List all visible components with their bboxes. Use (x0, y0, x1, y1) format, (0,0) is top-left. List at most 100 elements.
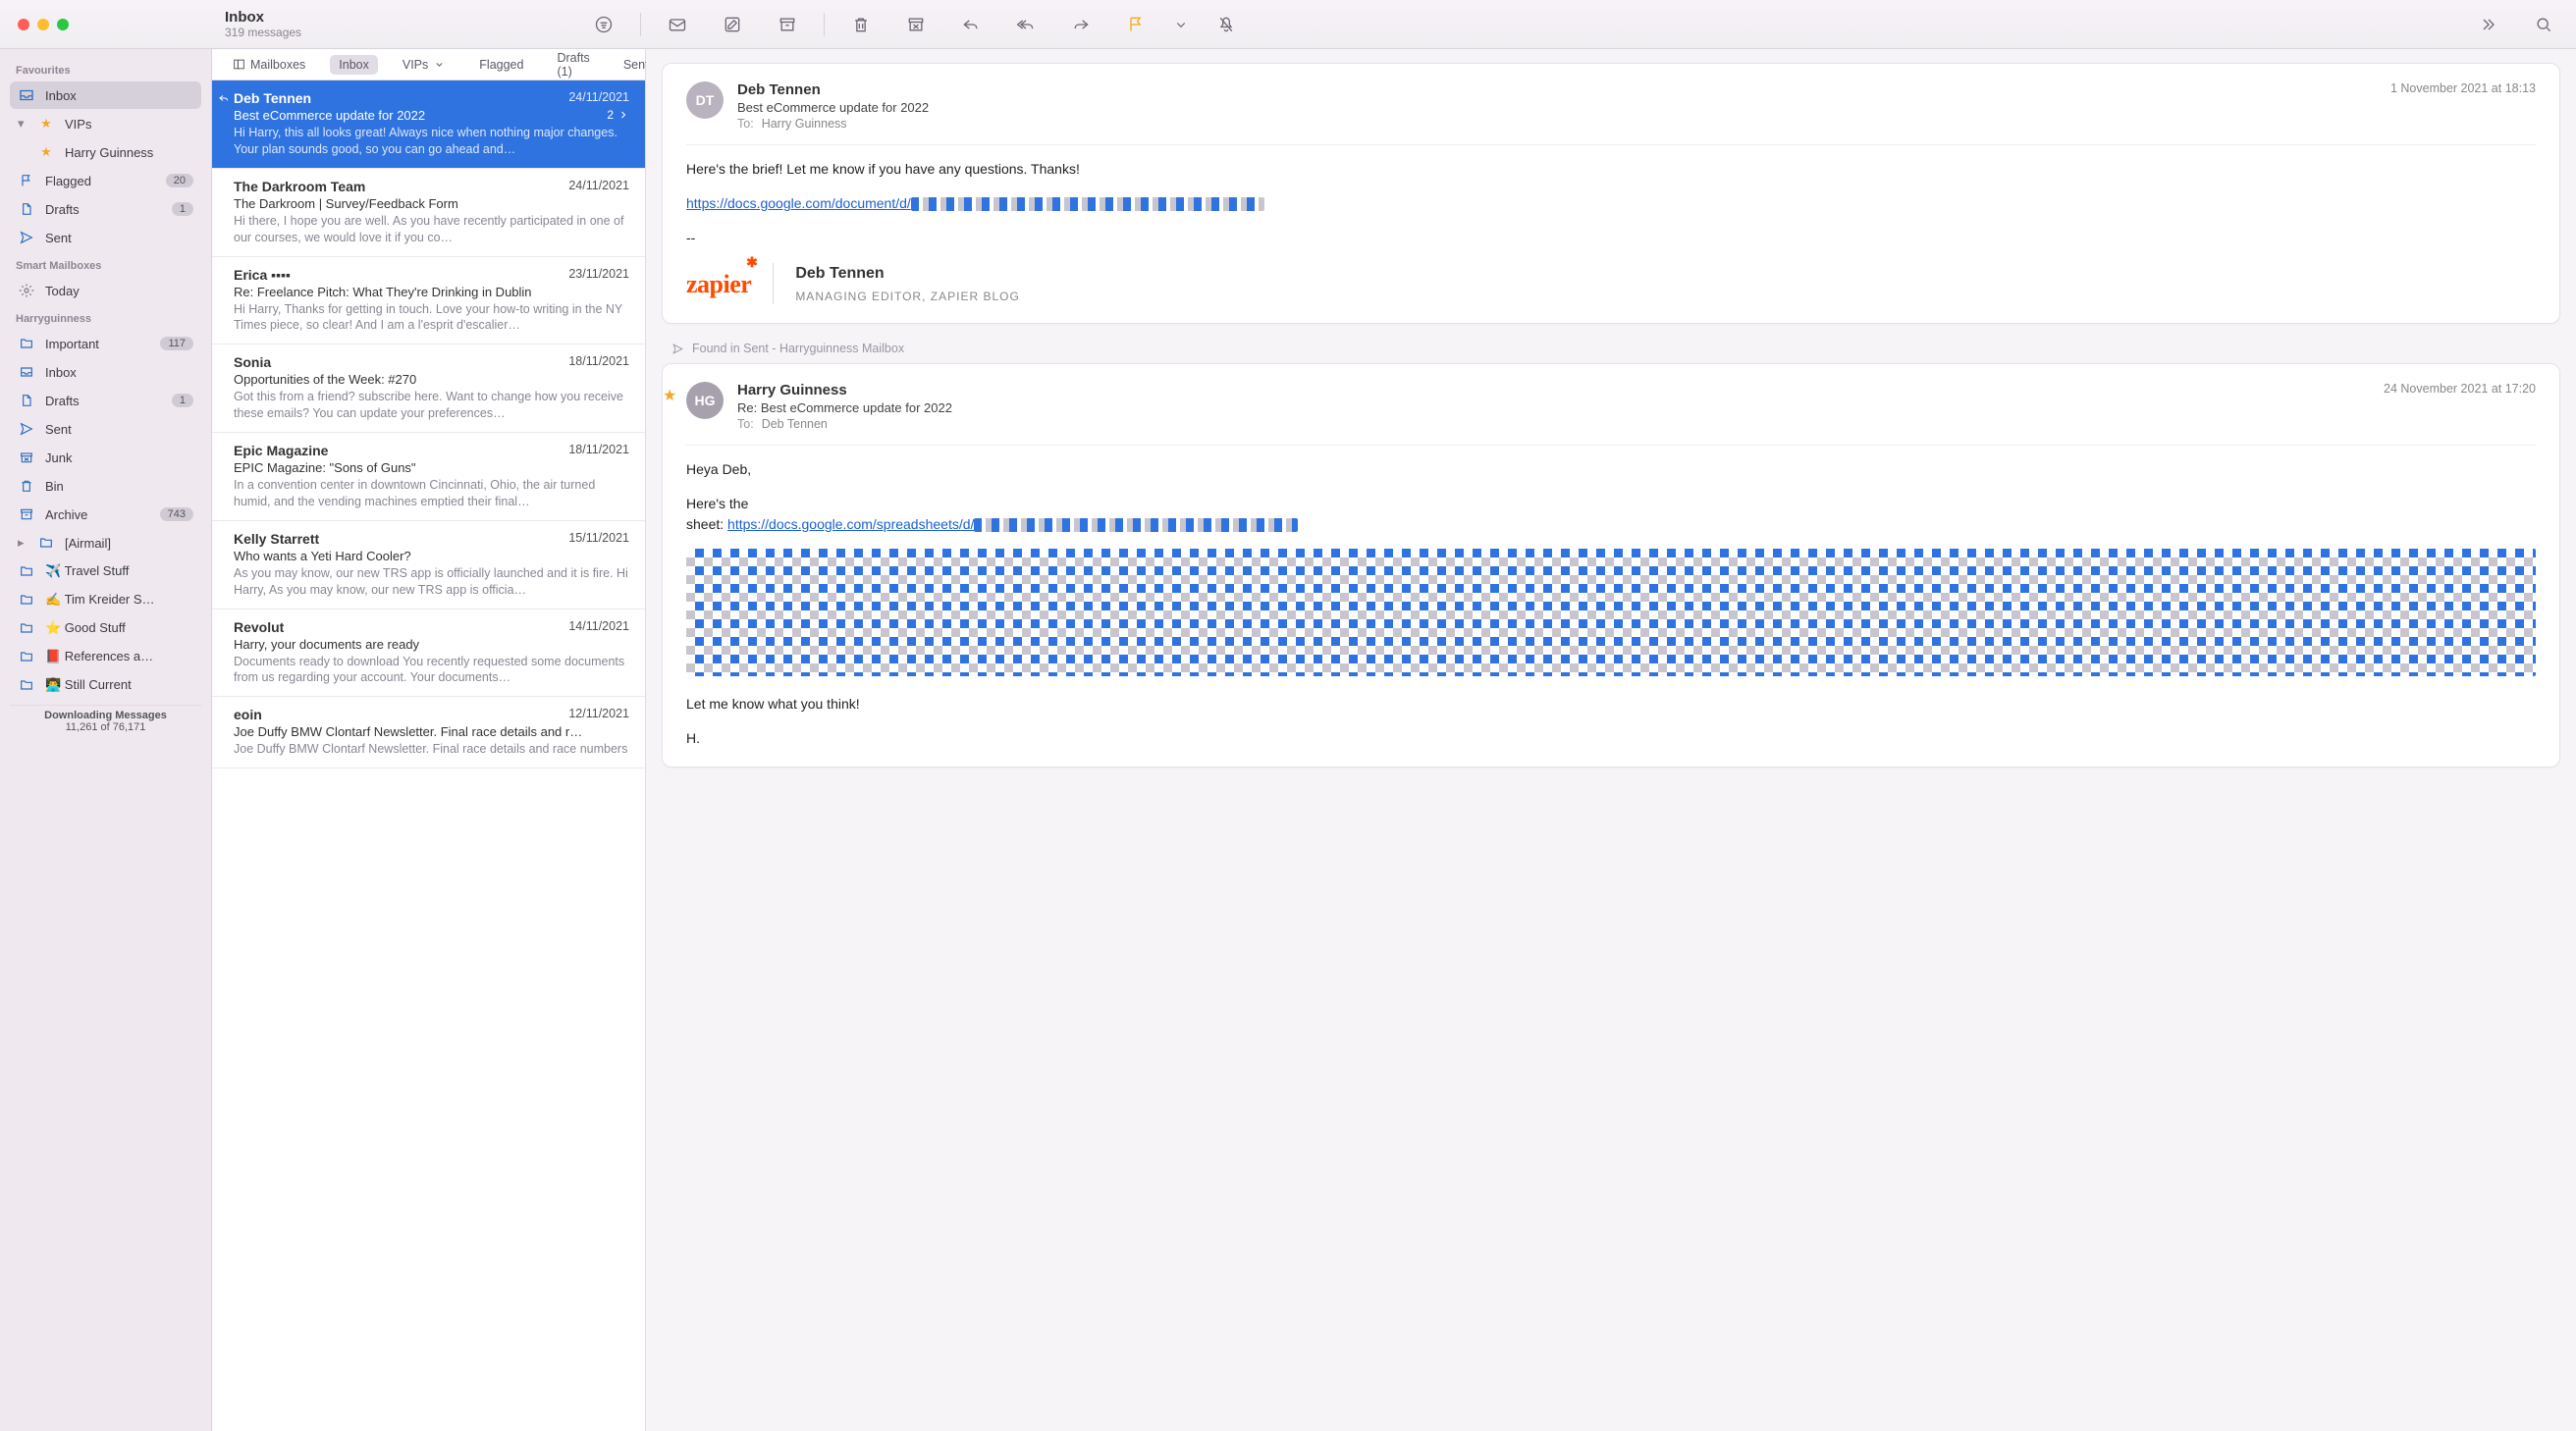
message-row[interactable]: Deb Tennen24/11/2021Best eCommerce updat… (212, 80, 645, 169)
message-subject: Re: Freelance Pitch: What They're Drinki… (234, 285, 532, 299)
search-button[interactable] (2525, 10, 2562, 39)
inbox-icon (18, 363, 35, 381)
message-row[interactable]: Revolut14/11/2021Harry, your documents a… (212, 610, 645, 698)
mailboxes-label: Mailboxes (250, 58, 305, 72)
compose-button[interactable] (714, 10, 751, 39)
forward-button[interactable] (1062, 10, 1100, 39)
minimize-window[interactable] (37, 19, 49, 30)
message-row[interactable]: eoin 12/11/2021 Joe Duffy BMW Clontarf New… (212, 697, 645, 768)
sidebar-item[interactable]: Important117 (10, 330, 201, 357)
message-row[interactable]: Kelly Starrett15/11/2021Who wants a Yeti… (212, 521, 645, 610)
folder-icon (37, 534, 55, 552)
favbar-inbox[interactable]: Inbox (330, 55, 378, 75)
close-window[interactable] (18, 19, 29, 30)
flag-button[interactable] (1117, 10, 1154, 39)
chevron-down-icon (433, 58, 446, 71)
message-body: Here's the brief! Let me know if you hav… (686, 159, 2536, 305)
get-mail-button[interactable] (659, 10, 696, 39)
from-name: eoin (234, 707, 262, 722)
sidebar-label: [Airmail] (65, 536, 193, 551)
sidebar-item[interactable]: Bin (10, 472, 201, 500)
section-account: Harryguinness (10, 305, 201, 329)
sidebar-item[interactable]: Sent (10, 415, 201, 443)
sheet-link[interactable]: https://docs.google.com/spreadsheets/d/ (727, 516, 974, 532)
message-date: 23/11/2021 (568, 267, 629, 283)
from-name: Revolut (234, 619, 284, 635)
mute-button[interactable] (1208, 10, 1245, 39)
reply-all-button[interactable] (1007, 10, 1045, 39)
message-row[interactable]: The Darkroom Team24/11/2021The Darkroom … (212, 169, 645, 257)
sidebar-item[interactable]: 📕 References a… (10, 643, 201, 670)
sidebar-label: 👨‍💻 Still Current (45, 677, 193, 693)
sidebar-label: Sent (45, 422, 193, 437)
favbar-flagged[interactable]: Flagged (470, 55, 532, 75)
sidebar-item-flagged[interactable]: Flagged 20 (10, 167, 201, 194)
message-list[interactable]: Deb Tennen24/11/2021Best eCommerce updat… (212, 80, 645, 1431)
toolbar-separator (640, 13, 641, 36)
sidebar-item-drafts[interactable]: Drafts 1 (10, 195, 201, 223)
sidebar-item[interactable]: ▸ [Airmail] (10, 529, 201, 556)
message-row[interactable]: Epic Magazine18/11/2021EPIC Magazine: "S… (212, 433, 645, 521)
sidebar-item[interactable]: ⭐ Good Stuff (10, 614, 201, 642)
sidebar-item[interactable]: 👨‍💻 Still Current (10, 671, 201, 699)
sidebar-item-today[interactable]: Today (10, 277, 201, 304)
count-badge: 743 (160, 507, 193, 521)
sidebar-item-inbox[interactable]: Inbox (10, 81, 201, 109)
sidebar-item-vips[interactable]: ▾ ★ VIPs (10, 110, 201, 137)
sidebar-label: Harry Guinness (65, 145, 193, 160)
message-preview: Hi Harry, Thanks for getting in touch. L… (234, 301, 629, 335)
gear-icon (18, 282, 35, 299)
star-icon: ★ (37, 143, 55, 161)
count-badge: 1 (172, 202, 193, 216)
archive-button[interactable] (769, 10, 806, 39)
sig-name: Deb Tennen (795, 262, 1019, 286)
mailboxes-toggle[interactable]: Mailboxes (224, 55, 314, 75)
message-body: Heya Deb, Here's the sheet: https://docs… (686, 459, 2536, 749)
divider (686, 144, 2536, 145)
message-date: 24 November 2021 at 17:20 (2384, 382, 2536, 431)
sidebar-item[interactable]: ✍️ Tim Kreider S… (10, 586, 201, 613)
message-date: 12/11/2021 (568, 707, 629, 722)
reply-button[interactable] (952, 10, 990, 39)
to-line: To:Deb Tennen (737, 417, 2370, 431)
sidebar-label: VIPs (65, 117, 193, 132)
message-preview: Hi there, I hope you are well. As you ha… (234, 213, 629, 246)
message-subject: Harry, your documents are ready (234, 637, 419, 652)
sidebar-item[interactable]: ✈️ Travel Stuff (10, 557, 201, 585)
disclosure-icon[interactable]: ▸ (18, 535, 27, 551)
window-controls (0, 19, 212, 30)
message-row[interactable]: Erica ▪▪▪▪23/11/2021Re: Freelance Pitch:… (212, 257, 645, 345)
sidebar-label: Archive (45, 507, 150, 522)
body-text: H. (686, 728, 2536, 749)
sidebar-item[interactable]: Archive 743 (10, 501, 201, 528)
doc-link[interactable]: https://docs.google.com/document/d/ (686, 195, 911, 211)
star-icon[interactable]: ★ (663, 386, 676, 405)
favbar-drafts[interactable]: Drafts (1) (548, 48, 598, 81)
message-date: 1 November 2021 at 18:13 (2390, 81, 2536, 131)
disclosure-icon[interactable]: ▾ (18, 116, 27, 132)
sidebar-item[interactable]: Junk (10, 444, 201, 471)
zoom-window[interactable] (57, 19, 69, 30)
main-area: Favourites Inbox ▾ ★ VIPs ★ Harry Guinne… (0, 49, 2576, 1431)
message-subject: Best eCommerce update for 2022 (234, 108, 425, 123)
message-subject: Joe Duffy BMW Clontarf Newsletter. Final… (234, 724, 582, 739)
junk-button[interactable] (897, 10, 935, 39)
favbar-vips[interactable]: VIPs (394, 55, 455, 75)
sidebar-item[interactable]: Drafts1 (10, 387, 201, 414)
count-badge: 117 (160, 337, 193, 350)
delete-button[interactable] (842, 10, 880, 39)
message-list-column: Mailboxes Inbox VIPs Flagged Drafts (1) … (212, 49, 646, 1431)
sidebar-item-vip-person[interactable]: ★ Harry Guinness (10, 138, 201, 166)
filter-button[interactable] (585, 10, 622, 39)
activity-line1: Downloading Messages (10, 710, 201, 721)
junk-icon (18, 449, 35, 466)
sidebar-item[interactable]: Inbox (10, 358, 201, 386)
activity-status: Downloading Messages 11,261 of 76,171 (10, 705, 201, 739)
message-row[interactable]: Sonia18/11/2021Opportunities of the Week… (212, 344, 645, 433)
inbox-icon (18, 86, 35, 104)
overflow-button[interactable] (2470, 10, 2507, 39)
mailbox-subtitle: 319 messages (225, 26, 585, 39)
sidebar-item-sent[interactable]: Sent (10, 224, 201, 251)
flag-menu-button[interactable] (1172, 10, 1190, 39)
found-in-text: Found in Sent - Harryguinness Mailbox (692, 342, 904, 355)
